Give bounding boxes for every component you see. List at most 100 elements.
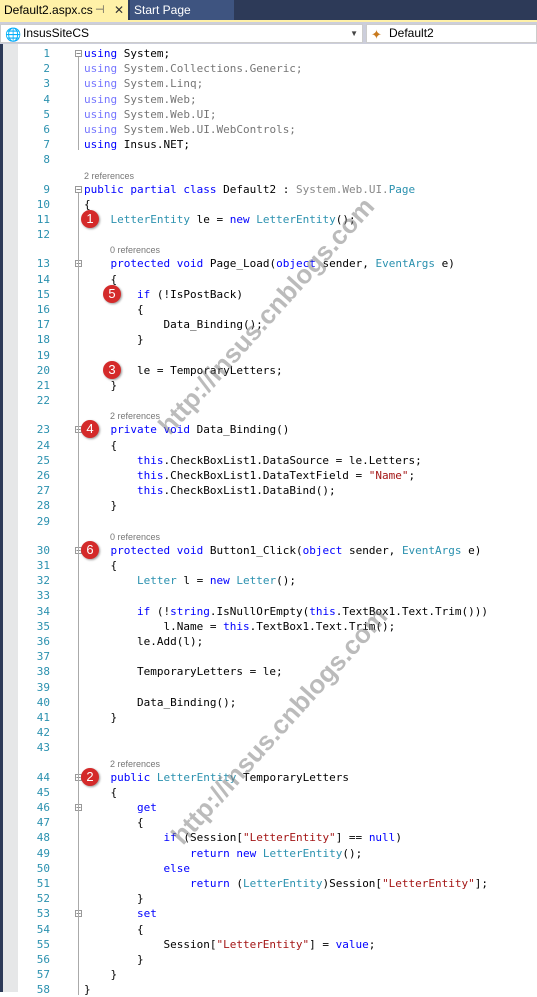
line-number: 58 — [36, 983, 50, 997]
code-line[interactable]: 49 return new LetterEntity(); — [18, 846, 537, 861]
code-line[interactable]: 24 { — [18, 438, 537, 453]
line-number: 54 — [36, 922, 50, 936]
collapse-icon[interactable]: − — [75, 50, 82, 58]
code-line[interactable]: 27 this.CheckBoxList1.DataBind(); — [18, 483, 537, 498]
code-line[interactable]: 25 this.CheckBoxList1.DataSource = le.Le… — [18, 453, 537, 468]
chevron-down-icon[interactable]: ▼ — [350, 25, 358, 42]
code-line[interactable]: 4 using System.Web; — [18, 92, 537, 107]
code-line[interactable]: 48 if (Session["LetterEntity"] == null) — [18, 830, 537, 845]
line-number: 28 — [36, 499, 50, 513]
close-icon[interactable]: ✕ — [114, 0, 124, 21]
code-text: using System.Linq; — [84, 77, 204, 91]
code-line[interactable]: 45 { — [18, 785, 537, 800]
code-line[interactable]: 1 using System; — [18, 46, 537, 61]
code-text: protected void Button1_Click(object send… — [110, 543, 482, 557]
code-text: using System.Web.UI; — [84, 107, 217, 121]
tab-label: Start Page — [134, 3, 191, 17]
code-line[interactable]: 34 if (!string.IsNullOrEmpty(this.TextBo… — [18, 604, 537, 619]
code-line[interactable]: 57 } — [18, 967, 537, 982]
code-line[interactable]: 56 } — [18, 952, 537, 967]
code-line[interactable]: 20 le = TemporaryLetters; — [18, 363, 537, 378]
code-text: using Insus.NET; — [84, 138, 190, 152]
code-line[interactable]: 32 Letter l = new Letter(); — [18, 573, 537, 588]
code-line[interactable]: 53 set — [18, 906, 537, 921]
line-number: 27 — [36, 484, 50, 498]
codelens-references[interactable]: 0 references — [110, 244, 160, 256]
code-line[interactable]: 2 using System.Collections.Generic; — [18, 61, 537, 76]
code-line[interactable]: 31 { — [18, 558, 537, 573]
member-dropdown[interactable]: ✦ Default2 — [366, 24, 537, 43]
code-line[interactable]: 7 using Insus.NET; — [18, 137, 537, 152]
code-line[interactable]: 5 using System.Web.UI; — [18, 107, 537, 122]
line-number: 38 — [36, 665, 50, 679]
indicator-margin — [3, 44, 18, 992]
code-line[interactable]: 37 — [18, 649, 537, 664]
line-number: 47 — [36, 816, 50, 830]
navigation-bar: 🌐 InsusSiteCS ▼ ✦ Default2 — [0, 20, 537, 44]
code-line[interactable]: 50 else — [18, 861, 537, 876]
code-line[interactable]: 33 — [18, 588, 537, 603]
code-text: this.CheckBoxList1.DataBind(); — [136, 484, 336, 498]
line-number: 52 — [36, 892, 50, 906]
code-line[interactable]: 18 } — [18, 332, 537, 347]
document-tab-bar: Default2.aspx.cs ⊣ ✕ Start Page — [0, 0, 537, 20]
project-label: InsusSiteCS — [23, 26, 90, 40]
code-line[interactable]: 12 — [18, 227, 537, 242]
code-line[interactable]: 58} — [18, 982, 537, 997]
code-text: Letter l = new Letter(); — [136, 574, 296, 588]
codelens-references[interactable]: 2 references — [110, 758, 160, 770]
code-line[interactable]: 21 } — [18, 378, 537, 393]
tab-start-page[interactable]: Start Page — [130, 0, 234, 20]
outline-guide — [78, 57, 79, 151]
code-text: } — [84, 968, 118, 982]
code-line[interactable]: 51 return (LetterEntity)Session["LetterE… — [18, 876, 537, 891]
code-line[interactable]: 6 using System.Web.UI.WebControls; — [18, 122, 537, 137]
line-number: 10 — [36, 197, 50, 211]
line-number: 40 — [36, 695, 50, 709]
code-line[interactable]: 39 — [18, 680, 537, 695]
line-number: 56 — [36, 953, 50, 966]
code-line[interactable]: 52 } — [18, 891, 537, 906]
code-text: LetterEntity le = new LetterEntity(); — [110, 213, 356, 226]
code-text: } — [84, 983, 91, 997]
code-line[interactable]: 35 l.Name = this.TextBox1.Text.Trim(); — [18, 619, 537, 634]
line-number: 32 — [36, 574, 50, 588]
code-line[interactable]: 47 { — [18, 815, 537, 830]
code-text: this.CheckBoxList1.DataTextField = "Name… — [136, 469, 416, 482]
code-line[interactable]: 22 — [18, 393, 537, 408]
code-line[interactable]: 36 le.Add(l); — [18, 634, 537, 649]
code-line[interactable]: 55 Session["LetterEntity"] = value; — [18, 937, 537, 952]
code-text: } — [84, 379, 118, 392]
code-line[interactable]: 19 — [18, 348, 537, 363]
line-number: 9 — [43, 182, 50, 196]
code-line[interactable]: 46 get — [18, 800, 537, 815]
codelens-references[interactable]: 0 references — [110, 531, 160, 543]
code-line[interactable]: 28 } — [18, 498, 537, 513]
collapse-icon[interactable]: − — [75, 185, 82, 193]
code-text: using System.Web.UI.WebControls; — [84, 123, 296, 136]
line-number: 24 — [36, 438, 50, 452]
code-line[interactable]: 54 { — [18, 922, 537, 937]
line-number: 34 — [36, 604, 50, 618]
code-line[interactable]: 13 protected void Page_Load(object sende… — [18, 256, 537, 271]
code-line[interactable]: 29 — [18, 514, 537, 529]
code-line[interactable]: 8 — [18, 152, 537, 167]
code-text: TemporaryLetters = le; — [84, 665, 283, 679]
annotation-badge: 6 — [81, 540, 99, 559]
line-number: 12 — [36, 228, 50, 242]
line-number: 23 — [36, 423, 50, 437]
tab-default2-aspx-cs[interactable]: Default2.aspx.cs ⊣ ✕ — [0, 0, 128, 20]
line-number: 37 — [36, 650, 50, 664]
code-line[interactable]: 38 TemporaryLetters = le; — [18, 664, 537, 679]
line-number: 31 — [36, 559, 50, 572]
code-text: if (!string.IsNullOrEmpty(this.TextBox1.… — [136, 604, 489, 618]
pin-icon[interactable]: ⊣ — [95, 0, 105, 21]
code-text: else — [163, 861, 190, 875]
code-line[interactable]: 10{ — [18, 197, 537, 212]
code-line[interactable]: 9 public partial class Default2 : System.… — [18, 182, 537, 197]
line-number: 45 — [36, 785, 50, 799]
code-line[interactable]: 26 this.CheckBoxList1.DataTextField = "N… — [18, 468, 537, 483]
code-line[interactable]: 3 using System.Linq; — [18, 76, 537, 91]
codelens-references[interactable]: 2 references — [84, 170, 134, 182]
project-dropdown[interactable]: 🌐 InsusSiteCS ▼ — [0, 24, 363, 43]
